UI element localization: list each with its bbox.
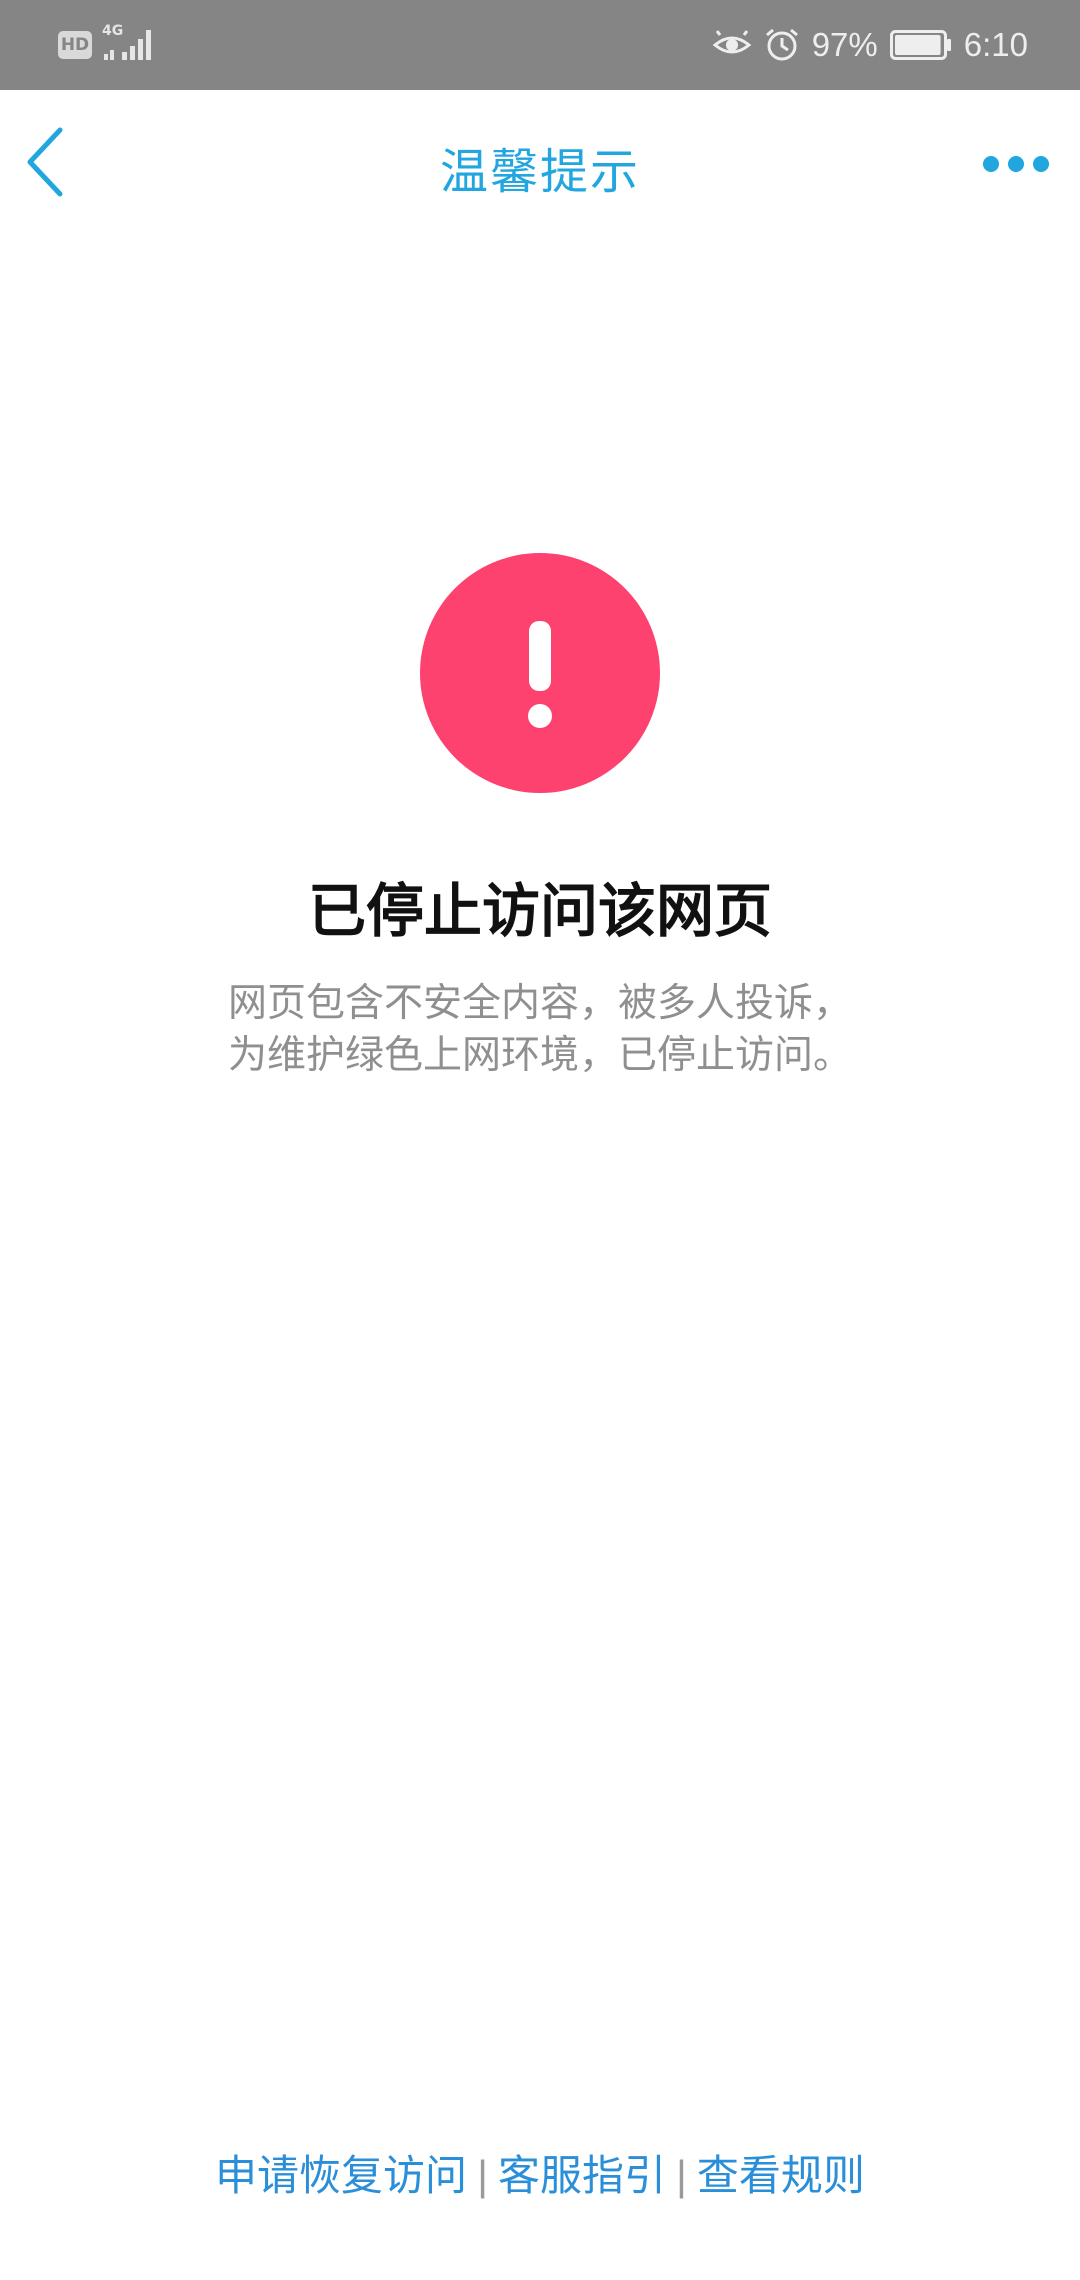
request-restore-link[interactable]: 申请恢复访问 bbox=[215, 2151, 467, 2200]
exclamation-icon bbox=[528, 621, 552, 728]
hd-badge: HD bbox=[58, 31, 92, 59]
status-right: 97% 6:10 bbox=[712, 22, 1028, 68]
status-left: HD 4G bbox=[58, 24, 158, 66]
footer-links: 申请恢复访问 | 客服指引 | 查看规则 bbox=[0, 2142, 1080, 2203]
customer-service-link[interactable]: 客服指引 bbox=[498, 2151, 666, 2200]
view-rules-link[interactable]: 查看规则 bbox=[697, 2151, 865, 2200]
clock-time: 6:10 bbox=[963, 26, 1028, 63]
eye-comfort-icon bbox=[712, 30, 752, 54]
blocked-heading: 已停止访问该网页 bbox=[307, 877, 772, 945]
signal-strength-icon bbox=[104, 30, 151, 60]
page-title: 温馨提示 bbox=[439, 144, 640, 200]
alarm-clock-icon bbox=[765, 28, 798, 61]
description-line-1: 网页包含不安全内容，被多人投诉， bbox=[227, 981, 852, 1026]
more-dots-icon bbox=[983, 156, 1049, 172]
signal-group: 4G bbox=[102, 24, 158, 66]
blocked-description: 网页包含不安全内容，被多人投诉， 为维护绿色上网环境，已停止访问。 bbox=[0, 978, 1080, 1082]
warning-badge bbox=[420, 553, 660, 793]
battery-icon bbox=[889, 30, 951, 60]
navigation-bar: 温馨提示 bbox=[0, 90, 1080, 240]
status-bar: HD 4G 97% 6:10 bbox=[0, 0, 1080, 90]
battery-percent: 97% bbox=[811, 26, 878, 63]
link-separator: | bbox=[676, 2152, 687, 2199]
more-options-button[interactable] bbox=[976, 130, 1062, 190]
link-separator: | bbox=[477, 2152, 488, 2199]
description-line-2: 为维护绿色上网环境，已停止访问。 bbox=[227, 1033, 852, 1078]
